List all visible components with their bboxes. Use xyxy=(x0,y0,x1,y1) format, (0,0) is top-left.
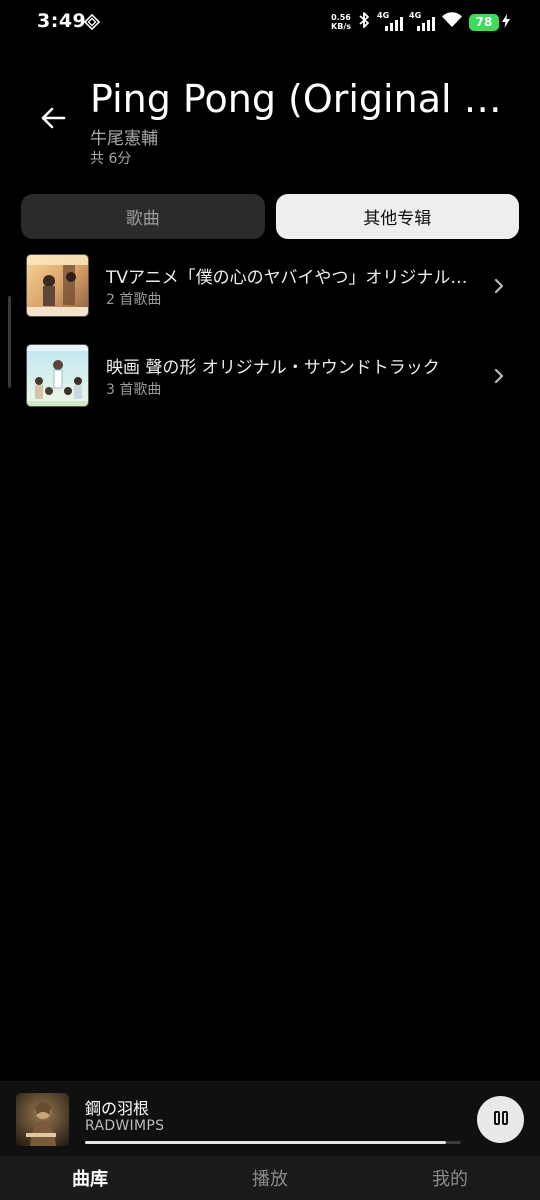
scroll-indicator[interactable] xyxy=(8,296,11,388)
arrow-left-icon xyxy=(40,107,66,133)
bluetooth-icon xyxy=(357,11,371,33)
album-name: 映画 聲の形 オリジナル・サウンドトラック xyxy=(106,358,440,378)
net-speed-unit: KB/s xyxy=(331,22,351,31)
artist-name[interactable]: 牛尾憲輔 xyxy=(90,124,158,149)
nav-playing[interactable]: 播放 xyxy=(180,1156,360,1200)
chevron-right-icon xyxy=(492,366,506,386)
album-duration: 共 6分 xyxy=(90,151,132,167)
album-name: TVアニメ「僕の心のヤバイやつ」オリジナル・サウンドトラック xyxy=(106,268,478,288)
sim2-label: 4G xyxy=(409,11,422,20)
battery-level: 78 xyxy=(469,13,499,31)
tab-bar: 歌曲 其他专辑 xyxy=(21,194,519,239)
album-cover xyxy=(26,344,89,407)
mini-player[interactable]: 鋼の羽根 RADWIMPS xyxy=(0,1081,540,1156)
back-button[interactable] xyxy=(34,101,72,139)
signal-icon-sim1: 4G xyxy=(377,11,403,31)
album-cover xyxy=(26,254,89,317)
screen: 3:49 0.56 KB/s 4G 4G 78 Ping Pong (Origi… xyxy=(0,0,540,1200)
status-time: 3:49 xyxy=(37,10,87,32)
battery-icon: 78 xyxy=(469,13,510,32)
wifi-icon xyxy=(441,12,463,32)
status-bar: 3:49 0.56 KB/s 4G 4G 78 xyxy=(0,0,540,44)
playback-progress-bar xyxy=(85,1141,461,1144)
list-item-album-1[interactable]: TVアニメ「僕の心のヤバイやつ」オリジナル・サウンドトラック 2 首歌曲 xyxy=(24,254,520,320)
bottom-nav: 曲库 播放 我的 xyxy=(0,1156,540,1200)
playback-progress-fill xyxy=(85,1141,446,1144)
vpn-icon xyxy=(83,13,101,31)
sim1-label: 4G xyxy=(377,11,390,20)
tab-songs[interactable]: 歌曲 xyxy=(21,194,265,239)
now-playing-title: 鋼の羽根 xyxy=(85,1099,150,1118)
signal-icon-sim2: 4G xyxy=(409,11,435,31)
list-item-album-2[interactable]: 映画 聲の形 オリジナル・サウンドトラック 3 首歌曲 xyxy=(24,344,520,410)
chevron-right-icon xyxy=(492,276,506,296)
album-title: Ping Pong (Original Soundtrack) xyxy=(90,77,522,121)
charging-icon xyxy=(502,13,510,32)
album-song-count: 2 首歌曲 xyxy=(106,292,162,308)
net-speed: 0.56 KB/s xyxy=(331,13,351,31)
nav-library[interactable]: 曲库 xyxy=(0,1156,180,1200)
album-song-count: 3 首歌曲 xyxy=(106,382,162,398)
pause-icon xyxy=(493,1110,509,1130)
pause-button[interactable] xyxy=(477,1096,524,1143)
status-icons: 0.56 KB/s 4G 4G 78 xyxy=(331,10,510,34)
net-speed-value: 0.56 xyxy=(331,13,351,22)
now-playing-artist: RADWIMPS xyxy=(85,1118,165,1134)
nav-mine[interactable]: 我的 xyxy=(360,1156,540,1200)
now-playing-cover[interactable] xyxy=(16,1093,69,1146)
tab-other-albums[interactable]: 其他专辑 xyxy=(275,194,519,239)
